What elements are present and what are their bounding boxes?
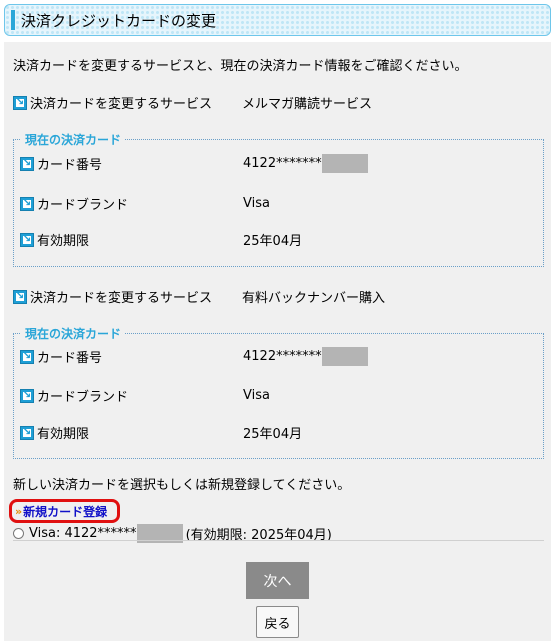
fieldset-legend: 現在の決済カード: [21, 325, 126, 342]
new-card-registration-link[interactable]: » 新規カード登録: [9, 499, 120, 523]
expiry-label: 有効期限: [37, 427, 90, 442]
current-card-fieldset-2: 現在の決済カード カード番号 4122******* カードブランド Visa …: [13, 325, 544, 459]
card-brand-label: カードブランド: [37, 198, 129, 213]
fieldset-legend: 現在の決済カード: [21, 131, 126, 148]
expiry-row: 有効期限 25年04月: [20, 230, 302, 249]
card-brand-row: カードブランド Visa: [20, 386, 270, 405]
double-chevron-icon: »: [15, 504, 23, 518]
card-brand-label: カードブランド: [37, 390, 129, 405]
page-title: 決済クレジットカードの変更: [21, 11, 217, 30]
card-radio[interactable]: [13, 528, 24, 539]
card-brand-value: Visa: [243, 196, 270, 211]
masked-digits: [321, 154, 368, 173]
masked-digits: [321, 347, 368, 366]
arrow-box-icon: [20, 196, 34, 211]
page-header: 決済クレジットカードの変更: [4, 4, 551, 36]
arrow-box-icon: [13, 289, 27, 304]
header-accent-bar: [11, 10, 15, 30]
arrow-box-icon: [13, 95, 27, 110]
intro-text: 決済カードを変更するサービスと、現在の決済カード情報をご確認ください。: [13, 59, 468, 74]
card-option-number: Visa: 4122******: [29, 526, 137, 541]
current-card-fieldset-1: 現在の決済カード カード番号 4122******* カードブランド Visa …: [13, 131, 544, 267]
arrow-box-icon: [20, 425, 34, 440]
new-card-link-text[interactable]: 新規カード登録: [23, 503, 107, 520]
expiry-value: 25年04月: [243, 234, 303, 249]
service-name: メルマガ購読サービス: [242, 97, 373, 112]
arrow-box-icon: [20, 388, 34, 403]
arrow-box-icon: [20, 156, 34, 171]
service-label: 決済カードを変更するサービス: [30, 97, 213, 112]
card-number-row: カード番号 4122*******: [20, 154, 368, 173]
main-panel: 決済カードを変更するサービスと、現在の決済カード情報をご確認ください。 決済カー…: [4, 42, 551, 641]
expiry-label: 有効期限: [37, 234, 90, 249]
select-card-prompt: 新しい決済カードを選択もしくは新規登録してください。: [13, 478, 351, 493]
card-number-label: カード番号: [37, 351, 103, 366]
divider: [13, 540, 544, 541]
arrow-box-icon: [20, 232, 34, 247]
arrow-box-icon: [20, 349, 34, 364]
service-name: 有料バックナンバー購入: [242, 291, 386, 306]
service-label: 決済カードを変更するサービス: [30, 291, 213, 306]
card-number-value: 4122*******: [243, 156, 322, 171]
card-number-row: カード番号 4122*******: [20, 347, 368, 366]
expiry-value: 25年04月: [243, 427, 303, 442]
service-row-1: 決済カードを変更するサービス メルマガ購読サービス: [13, 93, 372, 112]
next-button[interactable]: 次へ: [246, 562, 309, 599]
card-number-value: 4122*******: [243, 349, 322, 364]
service-row-2: 決済カードを変更するサービス 有料バックナンバー購入: [13, 287, 385, 306]
card-brand-row: カードブランド Visa: [20, 194, 270, 213]
back-button[interactable]: 戻る: [256, 606, 299, 638]
expiry-row: 有効期限 25年04月: [20, 423, 302, 442]
card-number-label: カード番号: [37, 158, 103, 173]
card-brand-value: Visa: [243, 388, 270, 403]
